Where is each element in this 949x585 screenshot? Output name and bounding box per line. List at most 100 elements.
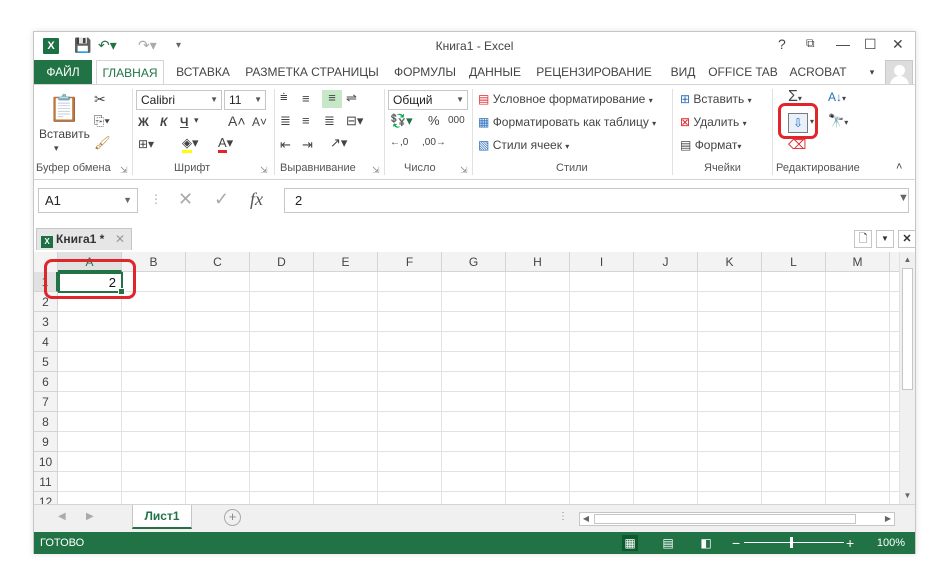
conditional-formatting-button[interactable]: ▤ Условное форматирование ▾: [478, 92, 653, 106]
column-header-k[interactable]: K: [698, 252, 762, 272]
formula-input[interactable]: 2: [284, 188, 909, 213]
font-color-icon[interactable]: A▾: [218, 135, 233, 153]
delete-cells-button[interactable]: ⊠ Удалить ▾: [680, 115, 747, 129]
horizontal-scrollbar[interactable]: ◀ ▶: [579, 512, 895, 526]
tab-list-icon[interactable]: ▼: [876, 230, 894, 248]
scroll-left-icon[interactable]: ◀: [580, 513, 592, 525]
row-header-11[interactable]: 11: [34, 472, 58, 492]
user-avatar[interactable]: [885, 60, 913, 86]
minimize-button[interactable]: —: [836, 36, 850, 52]
close-workbook-icon[interactable]: ✕: [898, 230, 916, 248]
column-header-g[interactable]: G: [442, 252, 506, 272]
increase-decimal-icon[interactable]: ←,0: [390, 137, 408, 148]
clipboard-launcher-icon[interactable]: ⇲: [120, 165, 128, 176]
row-header-6[interactable]: 6: [34, 372, 58, 392]
collapse-ribbon-icon[interactable]: ˄: [896, 161, 902, 173]
paste-dropdown-icon[interactable]: ▾: [54, 143, 59, 154]
column-header-d[interactable]: D: [250, 252, 314, 272]
page-break-view-icon[interactable]: ◧: [698, 535, 714, 551]
zoom-out-icon[interactable]: −: [732, 535, 740, 551]
workbook-tab[interactable]: X Книга1 * ✕: [36, 228, 132, 250]
align-left-icon[interactable]: ≣: [280, 113, 291, 129]
increase-indent-icon[interactable]: ⇥: [302, 137, 313, 153]
percent-button[interactable]: %: [428, 113, 440, 128]
confirm-entry-icon[interactable]: ✓: [214, 189, 229, 210]
row-header-12[interactable]: 12: [34, 492, 58, 504]
row-header-9[interactable]: 9: [34, 432, 58, 452]
column-header-h[interactable]: H: [506, 252, 570, 272]
normal-view-icon[interactable]: ▦: [622, 535, 638, 551]
tab-home[interactable]: ГЛАВНАЯ: [96, 60, 164, 85]
row-header-7[interactable]: 7: [34, 392, 58, 412]
row-header-10[interactable]: 10: [34, 452, 58, 472]
font-name-combo[interactable]: Calibri ▼: [136, 90, 222, 110]
font-size-combo[interactable]: 11 ▼: [224, 90, 266, 110]
tab-formulas[interactable]: ФОРМУЛЫ: [390, 60, 460, 84]
column-header-e[interactable]: E: [314, 252, 378, 272]
column-header-m[interactable]: M: [826, 252, 890, 272]
tab-split-handle-icon[interactable]: ⋮: [558, 511, 568, 522]
wrap-text-icon[interactable]: ⇌: [346, 90, 357, 106]
column-header-j[interactable]: J: [634, 252, 698, 272]
paste-icon[interactable]: 📋: [48, 91, 82, 125]
format-cells-button[interactable]: ▤ Формат▾: [680, 138, 741, 152]
bold-button[interactable]: Ж: [138, 115, 149, 129]
tab-page-layout[interactable]: РАЗМЕТКА СТРАНИЦЫ: [242, 60, 382, 84]
vertical-scroll-thumb[interactable]: [902, 268, 913, 390]
currency-icon[interactable]: 💱▾: [390, 113, 413, 129]
tab-data[interactable]: ДАННЫЕ: [466, 60, 524, 84]
underline-button[interactable]: Ч: [180, 115, 188, 129]
tab-office-tab[interactable]: OFFICE TAB: [708, 60, 778, 84]
align-bottom-icon[interactable]: ≡: [322, 90, 342, 108]
paste-button-label[interactable]: Вставить: [39, 127, 90, 141]
underline-dropdown-icon[interactable]: ▾: [194, 115, 199, 126]
tab-file[interactable]: ФАЙЛ: [34, 60, 92, 84]
zoom-slider-thumb[interactable]: [790, 537, 793, 548]
zoom-in-icon[interactable]: +: [846, 535, 854, 551]
insert-function-button[interactable]: fx: [250, 189, 263, 210]
number-launcher-icon[interactable]: ⇲: [460, 165, 468, 176]
column-header-c[interactable]: C: [186, 252, 250, 272]
row-header-8[interactable]: 8: [34, 412, 58, 432]
cell-styles-button[interactable]: ▧ Стили ячеек ▾: [478, 138, 569, 152]
cell-area[interactable]: [58, 272, 899, 504]
font-launcher-icon[interactable]: ⇲: [260, 165, 268, 176]
copy-icon[interactable]: ⎘▾: [94, 113, 110, 129]
format-painter-icon[interactable]: 🖌: [94, 135, 111, 151]
tab-acrobat[interactable]: ACROBAT: [786, 60, 850, 84]
scroll-down-icon[interactable]: ▼: [900, 489, 915, 503]
increase-font-icon[interactable]: A˄: [228, 113, 246, 129]
align-middle-icon[interactable]: ≡: [302, 91, 310, 106]
tab-view[interactable]: ВИД: [666, 60, 700, 84]
alignment-launcher-icon[interactable]: ⇲: [372, 165, 380, 176]
column-header-l[interactable]: L: [762, 252, 826, 272]
decrease-indent-icon[interactable]: ⇤: [280, 137, 291, 153]
number-format-combo[interactable]: Общий ▼: [388, 90, 468, 110]
page-layout-view-icon[interactable]: ▤: [660, 535, 676, 551]
close-button[interactable]: ✕: [892, 36, 904, 53]
zoom-slider[interactable]: [744, 542, 844, 543]
column-header-i[interactable]: I: [570, 252, 634, 272]
add-sheet-icon[interactable]: +: [224, 509, 241, 526]
decrease-decimal-icon[interactable]: ,00→: [422, 137, 446, 148]
row-header-4[interactable]: 4: [34, 332, 58, 352]
name-box[interactable]: A1 ▼: [38, 188, 138, 213]
align-right-icon[interactable]: ≣: [324, 113, 335, 129]
align-center-icon[interactable]: ≡: [302, 113, 310, 128]
align-top-icon[interactable]: ⩧: [280, 89, 288, 105]
expand-formula-bar-icon[interactable]: ▼: [898, 192, 909, 204]
vertical-scrollbar[interactable]: ▲ ▼: [899, 252, 915, 504]
account-dropdown-icon[interactable]: ▾: [866, 60, 878, 84]
merge-center-icon[interactable]: ⊟▾: [346, 113, 363, 129]
new-document-icon[interactable]: 🗋: [854, 230, 872, 248]
sort-filter-icon[interactable]: A↓▾: [828, 90, 846, 104]
row-header-5[interactable]: 5: [34, 352, 58, 372]
column-header-f[interactable]: F: [378, 252, 442, 272]
prev-sheet-icon[interactable]: ◀: [58, 511, 66, 522]
help-button[interactable]: ?: [778, 36, 786, 52]
next-sheet-icon[interactable]: ▶: [86, 511, 94, 522]
tab-insert[interactable]: ВСТАВКА: [170, 60, 236, 84]
close-tab-icon[interactable]: ✕: [115, 229, 125, 249]
cut-icon[interactable]: ✂: [94, 91, 106, 108]
sheet-tab-list1[interactable]: Лист1: [132, 505, 192, 529]
